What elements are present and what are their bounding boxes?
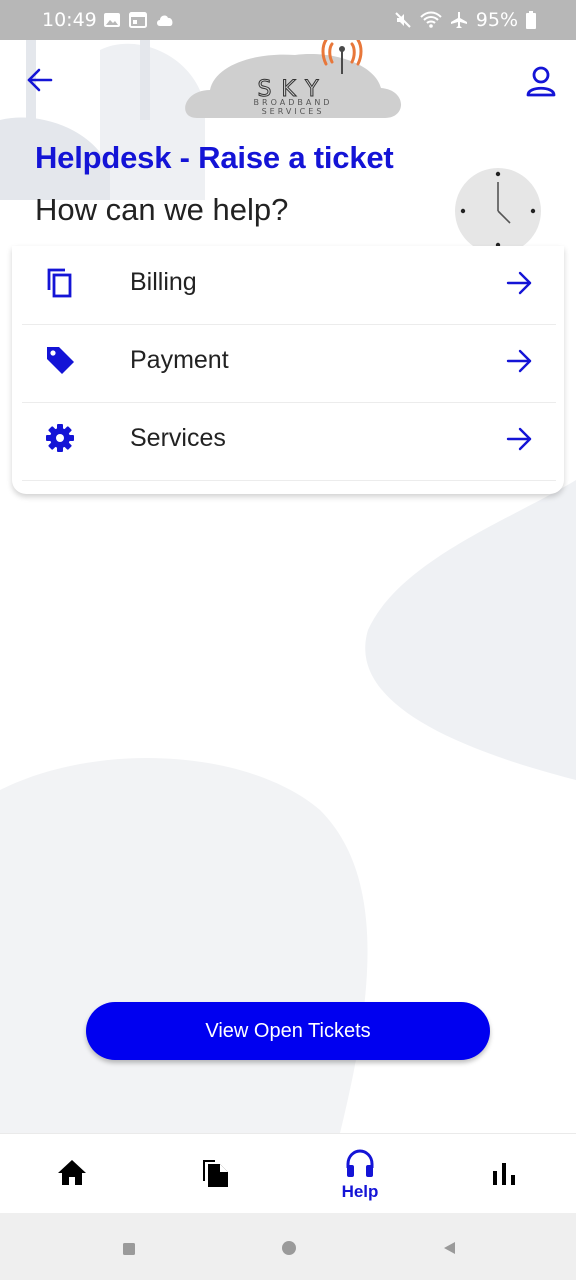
page-subtitle: How can we help? <box>35 192 289 227</box>
arrow-left-icon <box>27 68 53 92</box>
nav-item-home[interactable] <box>12 1134 132 1214</box>
category-label: Services <box>130 424 226 452</box>
battery-percentage: 95% <box>475 9 518 31</box>
back-system-button[interactable] <box>442 1241 456 1260</box>
page-title: Helpdesk - Raise a ticket <box>35 140 394 175</box>
document-icon <box>200 1156 232 1188</box>
system-nav-bar <box>0 1213 576 1280</box>
category-card: Billing Payment Services <box>12 246 564 494</box>
headphones-icon <box>344 1148 376 1180</box>
arrow-right-icon <box>504 346 534 376</box>
person-icon <box>526 66 556 97</box>
nav-item-help[interactable]: Help <box>300 1134 420 1214</box>
app-header: SKY BROADBAND SERVICES <box>0 38 576 130</box>
category-label: Payment <box>130 346 229 374</box>
copy-icon <box>44 266 76 298</box>
category-item-services[interactable]: Services <box>22 402 556 481</box>
status-time: 10:49 <box>42 9 97 31</box>
arrow-right-icon <box>504 268 534 298</box>
nav-item-documents[interactable] <box>156 1134 276 1214</box>
back-button[interactable] <box>24 64 56 96</box>
status-left-icons <box>103 12 175 28</box>
square-icon <box>123 1243 135 1255</box>
triangle-back-icon <box>444 1242 455 1254</box>
home-icon <box>56 1156 88 1188</box>
battery-icon <box>526 11 536 29</box>
circle-icon <box>282 1241 296 1255</box>
sky-broadband-logo: SKY BROADBAND SERVICES <box>185 38 403 122</box>
tag-icon <box>44 344 76 376</box>
nav-label-help: Help <box>341 1182 379 1201</box>
arrow-right-icon <box>504 424 534 454</box>
background-blob-right <box>365 480 576 780</box>
status-bar: 10:49 95% <box>0 0 576 40</box>
bar-chart-icon <box>488 1156 520 1188</box>
profile-button[interactable] <box>524 64 558 98</box>
background-blob-bottom-left <box>0 757 368 1133</box>
cloud-icon <box>155 12 175 28</box>
mute-icon <box>394 11 412 29</box>
status-right-group: 95% <box>394 9 536 31</box>
category-item-payment[interactable]: Payment <box>22 324 556 403</box>
logo-subtext-1: BROADBAND <box>254 98 333 107</box>
gear-icon <box>44 422 76 454</box>
recent-apps-button[interactable] <box>122 1242 136 1261</box>
category-label: Billing <box>130 268 197 296</box>
view-open-tickets-button[interactable]: View Open Tickets <box>86 1002 490 1060</box>
logo-subtext-2: SERVICES <box>262 107 325 116</box>
home-system-button[interactable] <box>281 1240 297 1261</box>
category-item-billing[interactable]: Billing <box>22 246 556 325</box>
airplane-icon <box>450 11 468 29</box>
wifi-icon <box>420 11 442 29</box>
image-icon <box>103 12 121 28</box>
clock-icon <box>454 168 542 248</box>
bottom-nav: Help <box>0 1133 576 1214</box>
nav-item-stats[interactable] <box>444 1134 564 1214</box>
calendar-icon <box>129 12 147 28</box>
